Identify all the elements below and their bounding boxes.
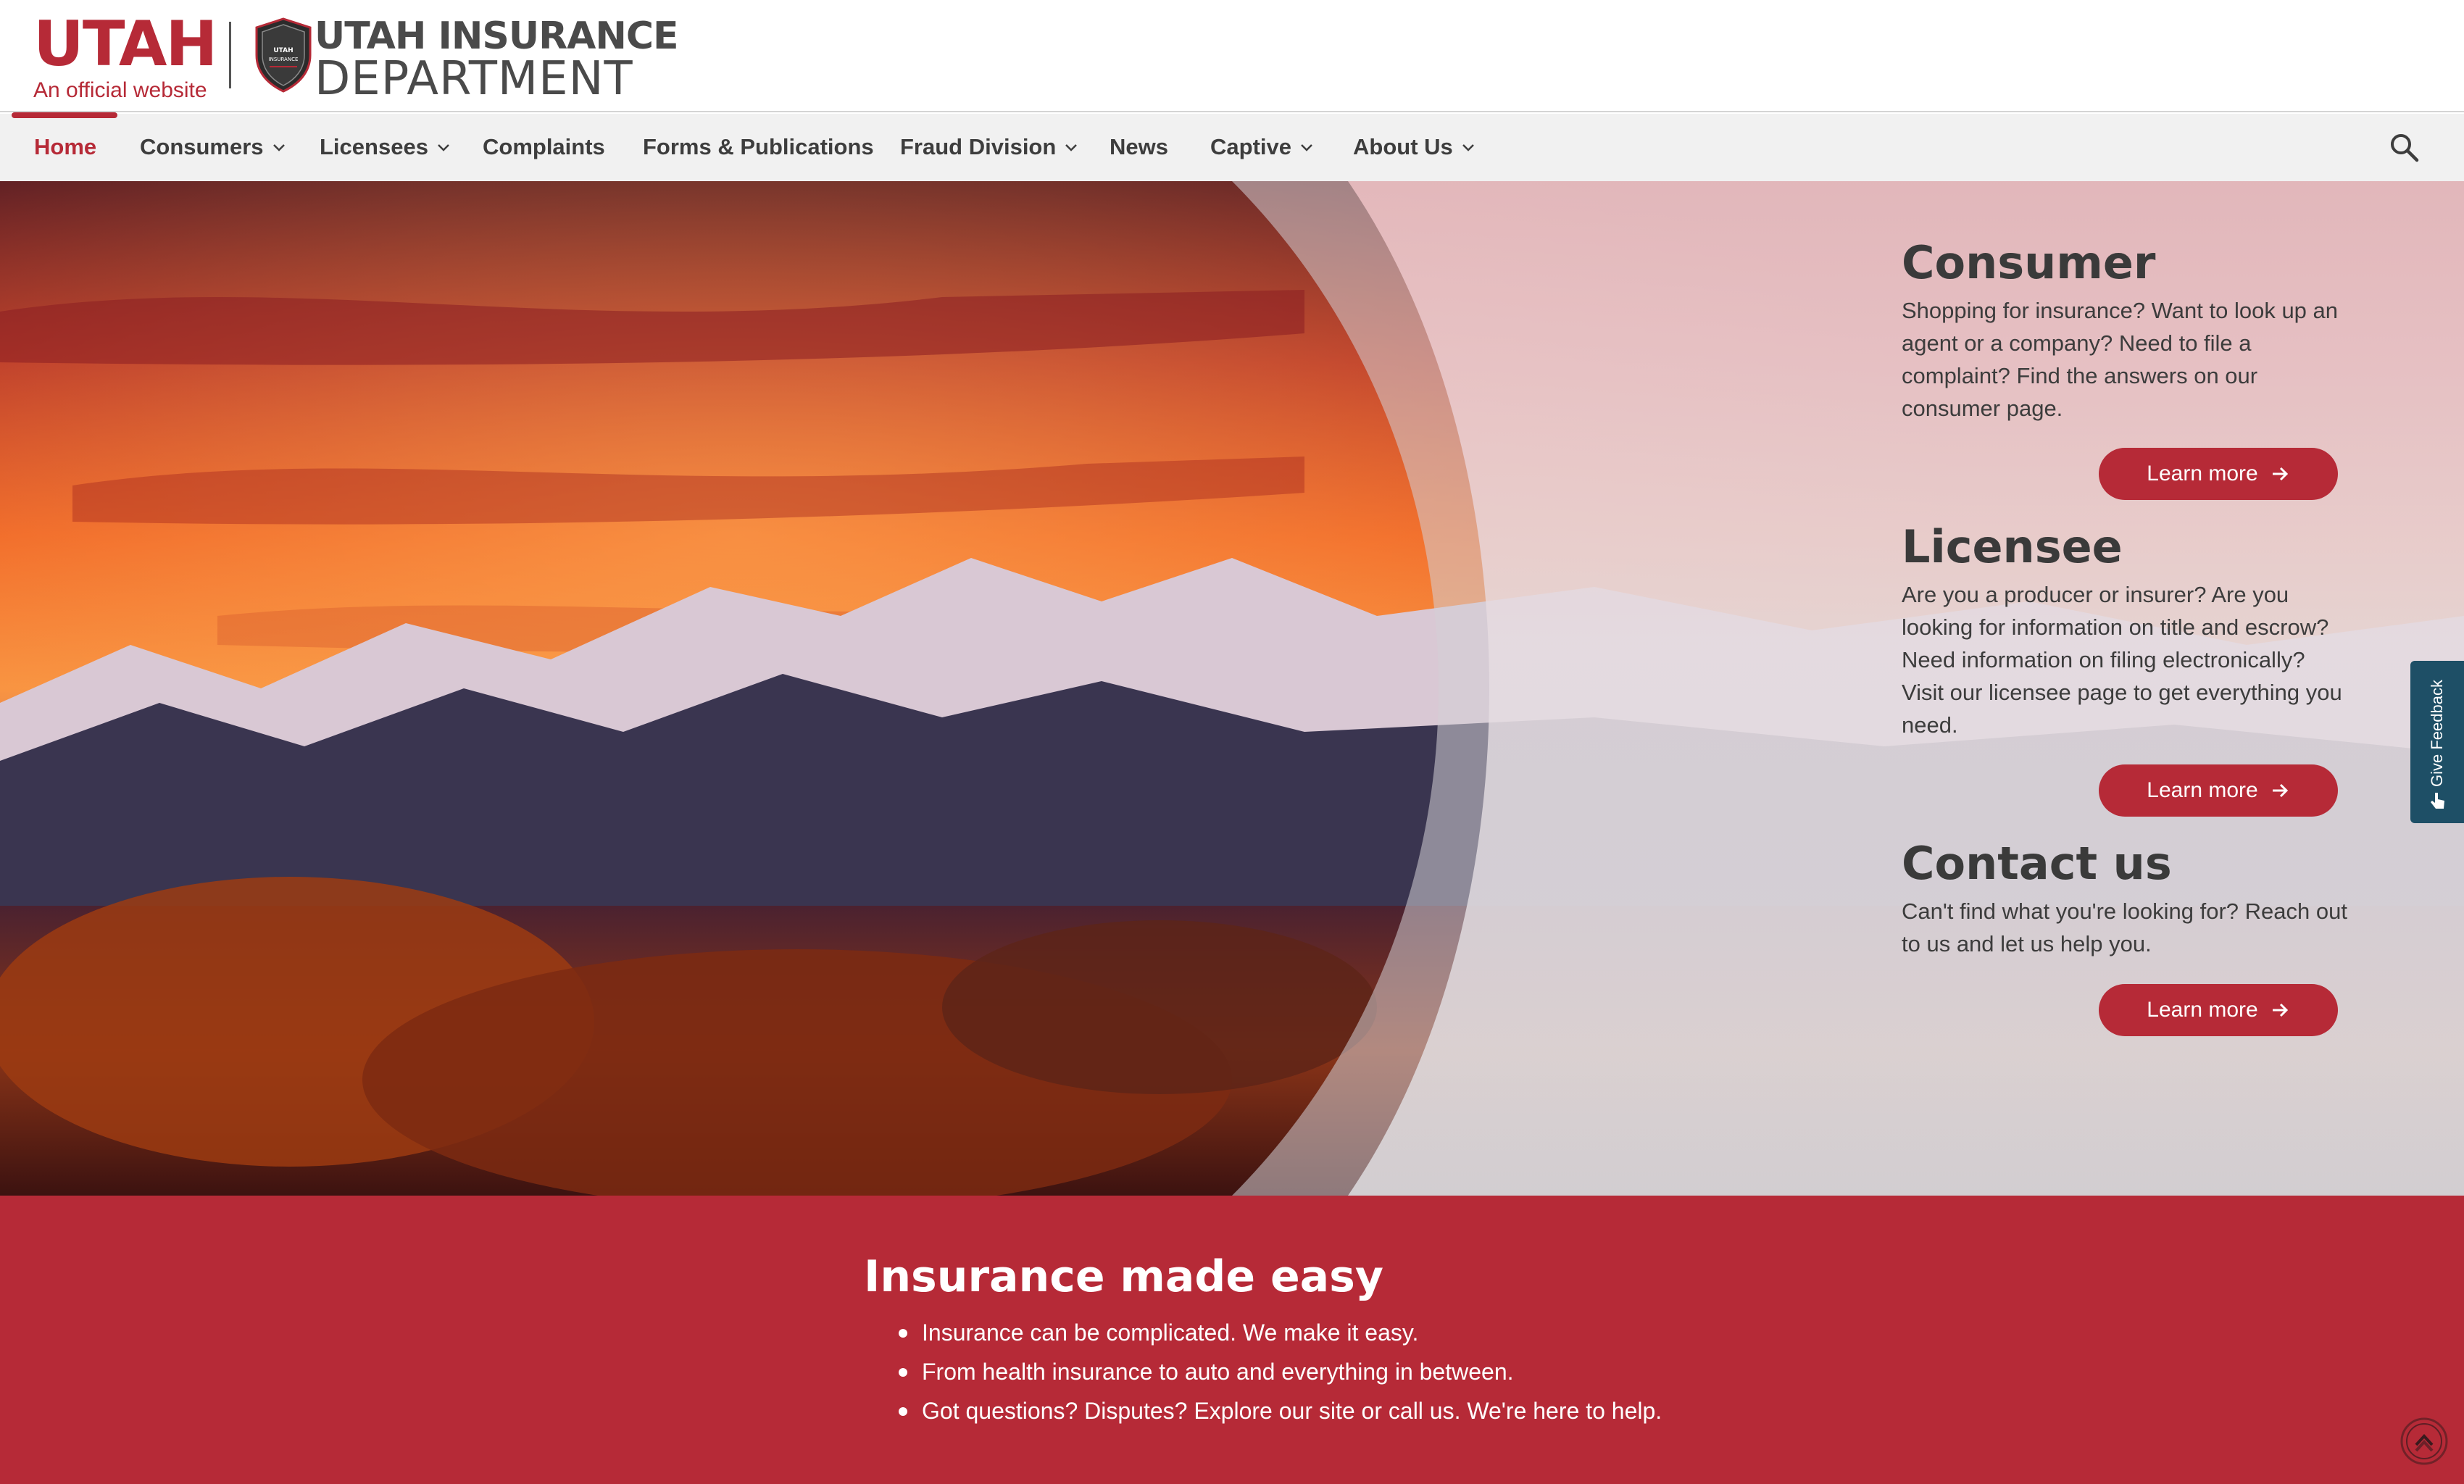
insurance-badge-icon[interactable]: UTAH INSURANCE [254,17,313,93]
consumer-card-text: Shopping for insurance? Want to look up … [1902,298,2339,421]
nav-item-licensees[interactable]: Licensees [320,133,451,162]
department-name-line1: UTAH INSURANCE [315,14,679,58]
chevron-down-icon [1065,144,1078,151]
button-label: Learn more [2147,998,2258,1022]
badge-text-2: INSURANCE [269,57,299,62]
nav-item-consumers[interactable]: Consumers [140,133,287,162]
nav-item-label: Complaints [483,134,605,159]
licensee-learn-more-button[interactable]: Learn more [2099,764,2338,817]
nav-item-label: About Us [1353,134,1453,159]
official-website-label: An official website [33,78,207,102]
nav-item-label: Forms & Publications [643,134,874,159]
nav-item-complaints[interactable]: Complaints [483,133,605,162]
nav-item-label: News [1110,134,1168,159]
contact-card-title: Contact us [1902,837,2172,890]
feedback-label: Give Feedback [2428,680,2446,787]
chevron-down-icon [272,144,285,151]
contact-learn-more-button[interactable]: Learn more [2099,984,2338,1036]
button-label: Learn more [2147,778,2258,802]
nav-item-label: Captive [1210,134,1291,159]
nav-item-news[interactable]: News [1110,133,1168,162]
consumer-card-title: Consumer [1902,236,2156,289]
chevron-down-icon [1301,144,1312,151]
nav-item-label: Home [34,134,97,159]
nav-item-label: Fraud Division [900,134,1057,159]
nav-item-label: Licensees [320,134,428,159]
licensee-card-text: Are you a producer or insurer? Are you l… [1902,582,2342,738]
badge-text-1: UTAH [273,47,293,54]
list-item: From health insurance to auto and everyt… [899,1352,1662,1391]
arrow-right-icon [2272,1003,2288,1017]
nav-item-home[interactable]: Home [34,133,96,162]
contact-card-text: Can't find what you're looking for? Reac… [1902,899,2347,956]
nav-item-fraud-division[interactable]: Fraud Division [900,133,1079,162]
chevron-down-icon [438,144,449,151]
header-divider [229,22,231,88]
consumer-learn-more-button[interactable]: Learn more [2099,448,2338,500]
utah-wordmark: UTAH [33,8,217,80]
search-icon[interactable] [2387,130,2421,164]
site-header: UTAH An official website UTAH INSURANCE … [0,0,2464,112]
band-title: Insurance made easy [864,1251,1383,1302]
licensee-card-title: Licensee [1902,520,2123,573]
band-bullet-list: Insurance can be complicated. We make it… [899,1313,1662,1430]
department-logo[interactable]: UTAH INSURANCE DEPARTMENT [315,14,679,106]
hero-section: Consumer Shopping for insurance? Want to… [0,181,2464,1196]
chevron-down-icon [1462,144,1474,151]
nav-item-captive[interactable]: Captive [1210,133,1315,162]
pointer-hand-icon [2431,793,2444,809]
nav-active-indicator [12,112,117,118]
nav-item-about-us[interactable]: About Us [1353,133,1476,162]
arrow-right-icon [2272,467,2288,481]
nav-item-forms-publications[interactable]: Forms & Publications [643,133,874,162]
arrow-right-icon [2272,783,2288,798]
give-feedback-tab[interactable]: Give Feedback [2410,661,2464,823]
button-label: Learn more [2147,462,2258,485]
back-to-top-icon[interactable] [2399,1416,2450,1467]
nav-item-label: Consumers [140,134,264,159]
department-name-line2: DEPARTMENT [315,52,633,106]
utah-gov-logo[interactable]: UTAH An official website [33,8,217,103]
list-item: Got questions? Disputes? Explore our sit… [899,1391,1662,1430]
list-item: Insurance can be complicated. We make it… [899,1313,1662,1352]
